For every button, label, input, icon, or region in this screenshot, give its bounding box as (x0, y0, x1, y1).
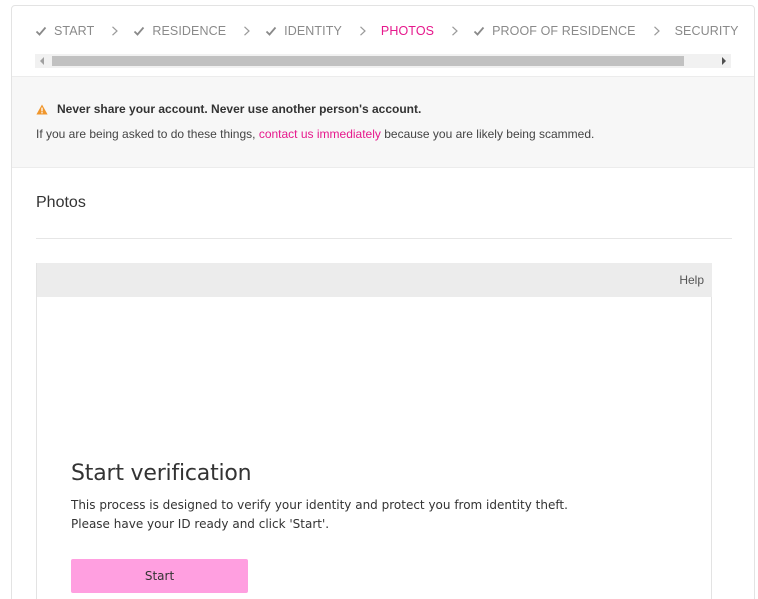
chevron-right-icon (243, 26, 251, 36)
scroll-right-icon[interactable] (717, 54, 731, 68)
check-icon (265, 25, 277, 37)
step-identity[interactable]: IDENTITY (265, 24, 342, 38)
divider (36, 238, 732, 239)
verification-instruction: Please have your ID ready and click 'Sta… (71, 517, 330, 531)
verification-description: This process is designed to verify your … (71, 498, 568, 512)
step-label: RESIDENCE (152, 24, 227, 38)
step-label: PHOTOS (380, 24, 435, 38)
stepper: START RESIDENCE IDENTITY PHOTOS PROOF OF… (12, 6, 754, 76)
step-label: IDENTITY (284, 24, 342, 38)
verification-frame: Help Start verification This process is … (36, 263, 712, 599)
check-icon (35, 25, 47, 37)
scrollbar-thumb[interactable] (52, 56, 684, 66)
warning-text-after: because you are likely being scammed. (380, 127, 595, 141)
scam-warning-banner: Never share your account. Never use anot… (12, 76, 754, 168)
help-link[interactable]: Help (679, 273, 704, 287)
step-security[interactable]: SECURITY (675, 24, 739, 38)
warning-title-text: Never share your account. Never use anot… (57, 102, 422, 116)
step-label: START (54, 24, 95, 38)
warning-text: If you are being asked to do these thing… (36, 127, 594, 141)
chevron-right-icon (359, 26, 367, 36)
frame-toolbar: Help (37, 263, 712, 297)
scroll-left-icon[interactable] (35, 54, 49, 68)
start-button[interactable]: Start (71, 559, 248, 593)
warning-text-before: If you are being asked to do these thing… (36, 127, 259, 141)
warning-triangle-icon (36, 104, 48, 115)
step-start[interactable]: START (35, 24, 94, 38)
step-label: PROOF OF RESIDENCE (492, 24, 636, 38)
step-photos[interactable]: PHOTOS (381, 24, 434, 38)
contact-us-link[interactable]: contact us immediately (259, 127, 381, 141)
horizontal-scrollbar[interactable] (35, 54, 731, 68)
verification-title: Start verification (71, 461, 252, 486)
step-residence[interactable]: RESIDENCE (133, 24, 226, 38)
warning-title: Never share your account. Never use anot… (36, 102, 421, 116)
check-icon (133, 25, 145, 37)
step-list: START RESIDENCE IDENTITY PHOTOS PROOF OF… (35, 23, 754, 39)
check-icon (473, 25, 485, 37)
verification-card: START RESIDENCE IDENTITY PHOTOS PROOF OF… (11, 5, 755, 599)
chevron-right-icon (653, 26, 661, 36)
section-title: Photos (36, 194, 86, 211)
step-proof-of-residence[interactable]: PROOF OF RESIDENCE (473, 24, 635, 38)
chevron-right-icon (111, 26, 119, 36)
chevron-right-icon (451, 26, 459, 36)
step-label: SECURITY (674, 24, 739, 38)
